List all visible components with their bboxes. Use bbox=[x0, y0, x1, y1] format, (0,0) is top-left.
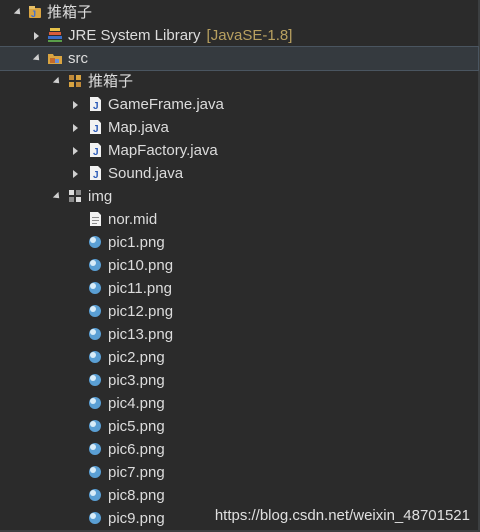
file-label: pic11.png bbox=[108, 280, 172, 297]
file-label: pic10.png bbox=[108, 257, 174, 274]
tree-item-image-file[interactable]: pic5.png bbox=[0, 415, 478, 438]
file-label: pic13.png bbox=[108, 326, 174, 343]
tree-item-image-file[interactable]: pic10.png bbox=[0, 254, 478, 277]
image-file-icon bbox=[87, 418, 103, 434]
java-file-icon: J bbox=[87, 119, 103, 135]
svg-text:J: J bbox=[93, 147, 99, 158]
package-label: 推箱子 bbox=[88, 73, 134, 90]
collapse-arrow-icon[interactable] bbox=[70, 123, 80, 133]
image-file-icon bbox=[87, 303, 103, 319]
java-project-icon: J bbox=[27, 4, 43, 20]
file-label: pic8.png bbox=[108, 487, 165, 504]
java-file-label: MapFactory.java bbox=[108, 142, 218, 159]
tree-item-img-package[interactable]: img bbox=[0, 185, 478, 208]
tree-item-image-file[interactable]: pic11.png bbox=[0, 277, 478, 300]
file-label: pic2.png bbox=[108, 349, 165, 366]
image-file-icon bbox=[87, 234, 103, 250]
svg-text:J: J bbox=[93, 101, 99, 112]
collapse-arrow-icon[interactable] bbox=[70, 146, 80, 156]
expand-arrow-icon[interactable] bbox=[31, 54, 41, 64]
expand-arrow-icon[interactable] bbox=[51, 77, 61, 87]
image-file-icon bbox=[87, 257, 103, 273]
tree-item-image-file[interactable]: pic8.png bbox=[0, 484, 478, 507]
package-icon bbox=[67, 188, 83, 204]
file-label: pic9.png bbox=[108, 510, 165, 527]
file-label: pic4.png bbox=[108, 395, 165, 412]
tree-item-image-file[interactable]: pic12.png bbox=[0, 300, 478, 323]
library-books-icon bbox=[47, 27, 63, 43]
tree-item-java-file[interactable]: J MapFactory.java bbox=[0, 139, 478, 162]
image-file-icon bbox=[87, 280, 103, 296]
source-folder-icon bbox=[47, 50, 63, 66]
java-file-label: Sound.java bbox=[108, 165, 184, 182]
tree-item-image-file[interactable]: pic3.png bbox=[0, 369, 478, 392]
image-file-icon bbox=[87, 326, 103, 342]
java-file-icon: J bbox=[87, 142, 103, 158]
watermark-url: https://blog.csdn.net/weixin_48701521 bbox=[214, 507, 470, 524]
jre-label: JRE System Library bbox=[68, 27, 201, 44]
tree-item-project[interactable]: J 推箱子 bbox=[0, 1, 478, 24]
tree-item-image-file[interactable]: pic4.png bbox=[0, 392, 478, 415]
tree-item-jre-library[interactable]: JRE System Library [JavaSE-1.8] bbox=[0, 24, 478, 47]
tree-item-file[interactable]: nor.mid bbox=[0, 208, 478, 231]
tree-item-java-file[interactable]: J Map.java bbox=[0, 116, 478, 139]
jre-label-wrap: JRE System Library [JavaSE-1.8] bbox=[68, 24, 292, 47]
java-file-label: GameFrame.java bbox=[108, 96, 224, 113]
svg-text:J: J bbox=[93, 124, 99, 135]
java-file-icon: J bbox=[87, 96, 103, 112]
file-label: pic3.png bbox=[108, 372, 165, 389]
svg-text:J: J bbox=[31, 9, 36, 19]
tree-item-image-file[interactable]: pic7.png bbox=[0, 461, 478, 484]
image-file-icon bbox=[87, 395, 103, 411]
tree-item-image-file[interactable]: pic2.png bbox=[0, 346, 478, 369]
java-file-icon: J bbox=[87, 165, 103, 181]
collapse-arrow-icon[interactable] bbox=[31, 31, 41, 41]
file-label: pic5.png bbox=[108, 418, 165, 435]
tree-item-image-file[interactable]: pic6.png bbox=[0, 438, 478, 461]
tree-item-package[interactable]: 推箱子 bbox=[0, 70, 478, 93]
project-label: 推箱子 bbox=[47, 4, 93, 21]
image-file-icon bbox=[87, 349, 103, 365]
project-explorer-tree: J 推箱子 JRE System Library [JavaSE-1.8] sr… bbox=[0, 0, 480, 532]
img-package-label: img bbox=[88, 188, 113, 205]
image-file-icon bbox=[87, 487, 103, 503]
image-file-icon bbox=[87, 441, 103, 457]
tree-item-java-file[interactable]: J Sound.java bbox=[0, 162, 478, 185]
file-label: pic7.png bbox=[108, 464, 165, 481]
src-label: src bbox=[68, 50, 88, 67]
file-label: nor.mid bbox=[108, 211, 158, 228]
image-file-icon bbox=[87, 510, 103, 526]
expand-arrow-icon[interactable] bbox=[12, 8, 22, 18]
tree-item-image-file[interactable]: pic13.png bbox=[0, 323, 478, 346]
collapse-arrow-icon[interactable] bbox=[70, 169, 80, 179]
tree-item-src[interactable]: src bbox=[0, 46, 479, 71]
tree-item-image-file[interactable]: pic1.png bbox=[0, 231, 478, 254]
svg-text:J: J bbox=[93, 170, 99, 181]
text-file-icon bbox=[87, 211, 103, 227]
package-icon bbox=[67, 73, 83, 89]
image-file-icon bbox=[87, 464, 103, 480]
expand-arrow-icon[interactable] bbox=[51, 192, 61, 202]
image-file-icon bbox=[87, 372, 103, 388]
file-label: pic1.png bbox=[108, 234, 165, 251]
java-file-label: Map.java bbox=[108, 119, 169, 136]
jre-version-decoration: [JavaSE-1.8] bbox=[206, 27, 293, 44]
file-label: pic6.png bbox=[108, 441, 165, 458]
collapse-arrow-icon[interactable] bbox=[70, 100, 80, 110]
tree-item-java-file[interactable]: J GameFrame.java bbox=[0, 93, 478, 116]
file-label: pic12.png bbox=[108, 303, 174, 320]
